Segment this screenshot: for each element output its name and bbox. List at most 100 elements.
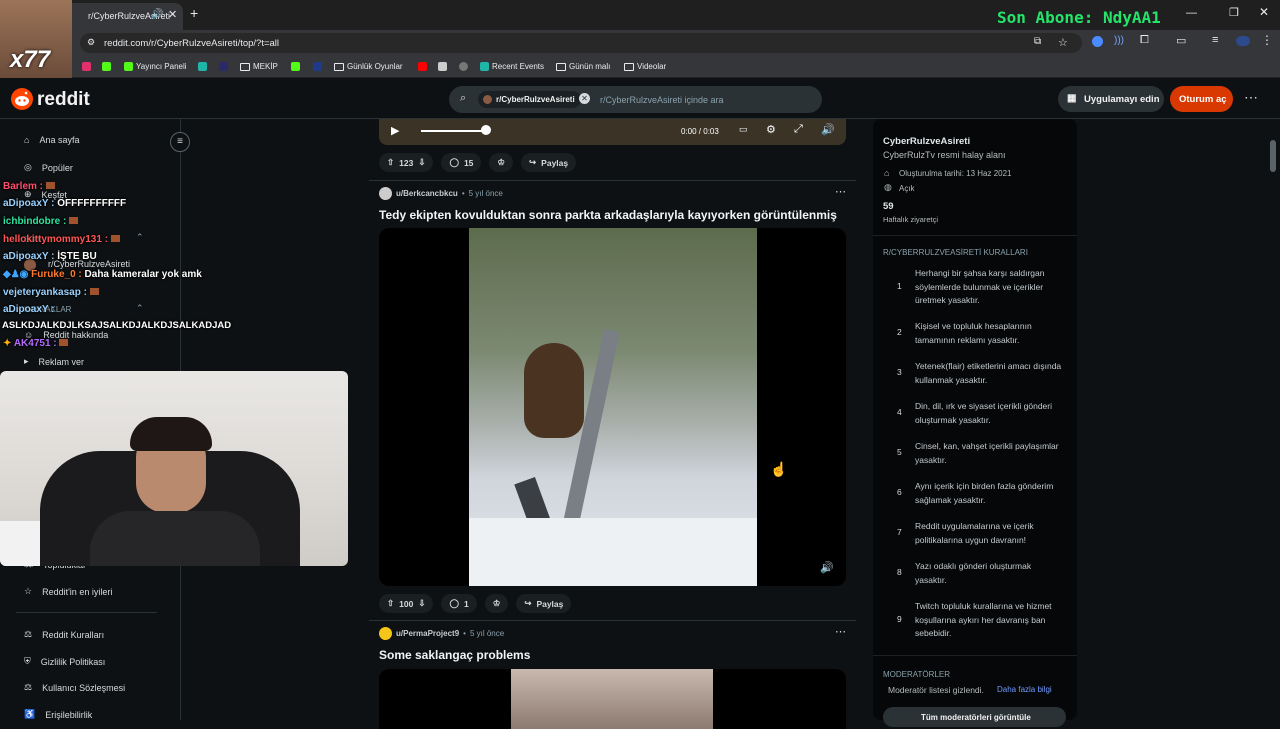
rules-heading: R/CYBERRULZVEASİRETİ KURALLARI: [883, 248, 1028, 257]
hamburger-menu-icon[interactable]: ≡: [170, 132, 190, 152]
sidebar-toggle-icon[interactable]: ▭: [1176, 34, 1186, 47]
progress-handle[interactable]: [481, 125, 491, 135]
kick-icon[interactable]: [291, 62, 300, 71]
downvote-icon[interactable]: ⇩: [418, 157, 425, 168]
video-player-top[interactable]: ▶ 0:00 / 0:03 ▭ ⚙ ⤢ 🔊: [379, 119, 846, 145]
share-button[interactable]: ↪ Paylaş: [516, 594, 572, 613]
bookmark-star-icon[interactable]: ☆: [1058, 36, 1068, 49]
award-button[interactable]: ♔: [489, 153, 514, 172]
post-video[interactable]: 🔊: [379, 228, 846, 586]
url-text: reddit.com/r/CyberRulzveAsireti/top/?t=a…: [104, 38, 280, 49]
extensions-puzzle-icon[interactable]: ⧠: [1140, 34, 1149, 47]
upvote-icon[interactable]: ⇧: [387, 157, 394, 168]
audio-extension-icon[interactable]: ))): [1114, 35, 1124, 46]
kick-icon[interactable]: [102, 62, 111, 71]
clear-chip-icon[interactable]: ✕: [579, 93, 590, 104]
post-options-icon[interactable]: ⋯: [835, 185, 846, 198]
downvote-icon[interactable]: ⇩: [418, 598, 425, 609]
minimize-icon[interactable]: —: [1186, 7, 1197, 19]
search-placeholder[interactable]: r/CyberRulzveAsireti içinde ara: [600, 95, 724, 105]
bookmark-gunluk[interactable]: Günlük Oyunlar: [334, 62, 403, 71]
search-community-chip[interactable]: r/CyberRulzveAsireti: [478, 91, 581, 108]
streamer-avatar-overlay: x77: [0, 0, 72, 78]
author-avatar[interactable]: [379, 187, 392, 200]
prime-icon[interactable]: [219, 62, 228, 71]
bookmark-label: Günlük Oyunlar: [347, 62, 403, 71]
volume-icon[interactable]: 🔊: [821, 123, 835, 136]
extension-icon[interactable]: [1092, 36, 1103, 47]
vote-pill: ⇧ 123 ⇩: [379, 153, 434, 172]
bookmark-recent[interactable]: Recent Events: [480, 62, 544, 71]
new-tab-icon[interactable]: +: [190, 5, 198, 21]
comments-button[interactable]: ◯ 15: [441, 153, 482, 172]
site-info-icon[interactable]: ⚙: [87, 37, 95, 48]
nav-best[interactable]: ☆ Reddit'in en iyileri: [24, 586, 112, 597]
close-window-icon[interactable]: ✕: [1259, 5, 1269, 19]
profile-icon[interactable]: [1236, 36, 1250, 46]
comments-button[interactable]: ◯ 1: [441, 594, 477, 613]
post-title[interactable]: Some saklangaç problems: [379, 648, 530, 662]
share-label: Paylaş: [541, 157, 569, 168]
post-author[interactable]: u/Berkcancbkcu: [396, 189, 458, 198]
install-icon[interactable]: ⧉: [1034, 36, 1041, 47]
emote-icon: [59, 339, 69, 346]
login-button[interactable]: Oturum aç: [1170, 86, 1233, 112]
nav-agreement[interactable]: ⚖ Kullanıcı Sözleşmesi: [24, 682, 125, 693]
mods-more-link[interactable]: Daha fazla bilgi: [997, 685, 1052, 694]
post-title[interactable]: Tedy ekipten kovulduktan sonra parkta ar…: [379, 208, 837, 222]
bookmark-gunun[interactable]: Günün malı: [556, 62, 610, 71]
upvote-icon[interactable]: ⇧: [387, 598, 394, 609]
app-icon[interactable]: [313, 62, 322, 71]
award-icon: ♔: [497, 157, 506, 167]
nav-home[interactable]: ⌂ Ana sayfa: [24, 135, 79, 145]
bookmark-label: Recent Events: [492, 62, 545, 71]
media-icon[interactable]: ≡: [1212, 34, 1218, 46]
bookmark-videolar[interactable]: Videolar: [624, 62, 666, 71]
restore-icon[interactable]: ❐: [1229, 6, 1239, 19]
comment-icon: ◯: [449, 157, 459, 167]
more-options-icon[interactable]: ⋯: [1244, 89, 1258, 106]
settings-icon[interactable]: ⚙: [766, 123, 776, 136]
post-video[interactable]: [379, 669, 846, 729]
speaker-icon[interactable]: 🔊: [151, 9, 163, 20]
vote-count: 100: [399, 598, 414, 609]
nav-accessibility[interactable]: ♿ Erişilebilirlik: [24, 709, 92, 720]
nav-privacy[interactable]: ⛨ Gizlilik Politikası: [24, 656, 105, 667]
chat-line: hellokittymommy131 :: [3, 234, 120, 245]
instagram-icon[interactable]: [82, 62, 91, 71]
chat-user: ichbindobre :: [3, 216, 67, 227]
reddit-wordmark[interactable]: reddit: [37, 89, 90, 111]
nav-popular[interactable]: ◎ Popüler: [24, 162, 73, 173]
author-avatar[interactable]: [379, 627, 392, 640]
share-button[interactable]: ↪ Paylaş: [521, 153, 577, 172]
chat-line: ichbindobre :: [3, 216, 79, 227]
post-options-icon[interactable]: ⋯: [835, 625, 846, 638]
captions-icon[interactable]: ▭: [739, 124, 748, 135]
fullscreen-icon[interactable]: ⤢: [794, 123, 803, 136]
search-bar[interactable]: ⌕ r/CyberRulzveAsireti ✕ r/CyberRulzveAs…: [449, 86, 822, 113]
youtube-icon[interactable]: [418, 62, 427, 71]
nav-rules[interactable]: ⚖ Reddit Kuralları: [24, 629, 104, 640]
page-scrollbar[interactable]: [1270, 140, 1276, 172]
rule-number: 2: [897, 327, 902, 337]
mute-icon[interactable]: 🔊: [820, 561, 834, 574]
post-author[interactable]: u/PermaProject9: [396, 629, 459, 638]
image-icon[interactable]: [438, 62, 447, 71]
bookmark-mekip[interactable]: MEKİP: [240, 62, 278, 71]
nav-popular-label: Popüler: [41, 162, 73, 173]
get-app-button[interactable]: ▦ Uygulamayı edin: [1058, 86, 1164, 112]
globe-icon[interactable]: [459, 62, 468, 71]
award-button[interactable]: ♔: [484, 594, 509, 613]
nav-privacy-label: Gizlilik Politikası: [40, 656, 106, 667]
rule-text: Din, dil, ırk ve siyaset içerikli gönder…: [915, 401, 1052, 425]
reddit-logo-icon[interactable]: [11, 88, 33, 110]
close-tab-icon[interactable]: ✕: [168, 8, 177, 21]
progress-track[interactable]: [421, 130, 487, 132]
view-mods-button[interactable]: Tüm moderatörleri görüntüle: [883, 707, 1066, 727]
menu-icon[interactable]: ⋮: [1261, 33, 1273, 47]
bookmark-yayinci[interactable]: Yayıncı Paneli: [124, 62, 187, 71]
bookmark-label: MEKİP: [253, 62, 278, 71]
url-field[interactable]: ⚙ reddit.com/r/CyberRulzveAsireti/top/?t…: [80, 33, 1082, 53]
play-icon[interactable]: ▶: [391, 124, 399, 137]
app-icon[interactable]: [198, 62, 207, 71]
